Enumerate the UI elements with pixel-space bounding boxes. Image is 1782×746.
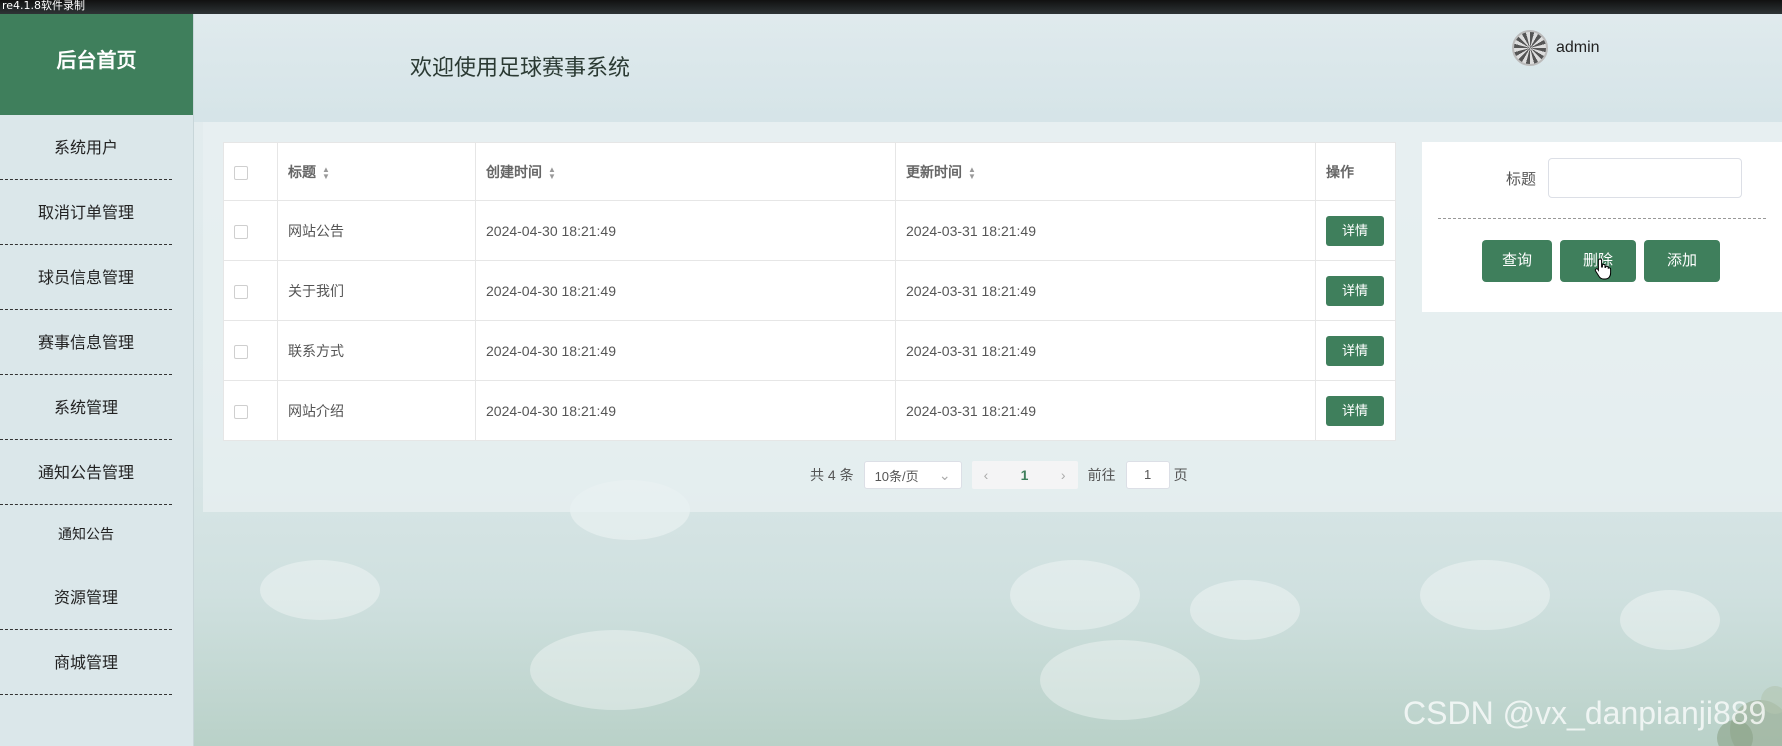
sidebar-item-notice-admin[interactable]: 通知公告管理: [0, 440, 172, 505]
row-select-cell: [223, 260, 278, 321]
sidebar-subitem-notice[interactable]: 通知公告: [0, 505, 172, 565]
cell-updated: 2024-03-31 18:21:49: [895, 320, 1316, 381]
recording-strip: re4.1.8软件录制: [0, 0, 1782, 14]
table-row: 网站公告 2024-04-30 18:21:49 2024-03-31 18:2…: [223, 200, 1396, 261]
bokeh-decoration: [1190, 580, 1300, 640]
cell-updated: 2024-03-31 18:21:49: [895, 200, 1316, 261]
watermark: CSDN @vx_danpianji889: [1403, 695, 1767, 731]
row-checkbox[interactable]: [234, 344, 248, 359]
user-menu[interactable]: admin: [1512, 30, 1600, 66]
select-all-checkbox[interactable]: [234, 165, 248, 180]
row-checkbox[interactable]: [234, 404, 248, 419]
goto-page-input[interactable]: 1: [1125, 461, 1170, 489]
table-row: 关于我们 2024-04-30 18:21:49 2024-03-31 18:2…: [223, 260, 1396, 321]
cell-actions: 详情: [1315, 320, 1396, 381]
sort-icon[interactable]: ▲ ▼: [968, 165, 976, 180]
cell-actions: 详情: [1315, 260, 1396, 321]
cell-created: 2024-04-30 18:21:49: [475, 260, 896, 321]
bokeh-decoration: [1420, 560, 1550, 630]
goto-suffix: 页: [1173, 467, 1188, 483]
cell-title: 关于我们: [277, 260, 476, 321]
search-label: 标题: [1506, 169, 1537, 188]
sidebar-item-cancel-orders[interactable]: 取消订单管理: [0, 180, 172, 245]
table-header-row: 标题 ▲ ▼ 创建时间 ▲ ▼ 更新时间 ▲ ▼ 操作: [223, 142, 1396, 201]
username[interactable]: admin: [1556, 39, 1600, 57]
chevron-right-icon[interactable]: ›: [1061, 467, 1066, 483]
divider: [1438, 218, 1766, 219]
goto-prefix: 前往: [1087, 467, 1116, 483]
bokeh-decoration: [1620, 590, 1720, 650]
avatar[interactable]: [1512, 30, 1548, 66]
select-all-cell: [223, 142, 278, 201]
table-row: 网站介绍 2024-04-30 18:21:49 2024-03-31 18:2…: [223, 380, 1396, 441]
detail-button[interactable]: 详情: [1326, 275, 1384, 306]
cell-created: 2024-04-30 18:21:49: [475, 320, 896, 381]
bokeh-decoration: [1010, 560, 1140, 630]
page-nav: ‹ 1 ›: [971, 461, 1078, 489]
column-header-updated[interactable]: 更新时间 ▲ ▼: [895, 142, 1316, 201]
search-input[interactable]: [1548, 158, 1743, 198]
row-select-cell: [223, 320, 278, 381]
sidebar-item-matches[interactable]: 赛事信息管理: [0, 310, 172, 375]
page-size-select[interactable]: 10条/页 ⌄: [863, 461, 962, 489]
search-panel: 标题 查询 删除 添加: [1422, 142, 1782, 312]
cell-title: 网站介绍: [277, 380, 476, 441]
column-header-actions: 操作: [1315, 142, 1396, 201]
hand-cursor-icon: [1594, 258, 1612, 280]
add-button[interactable]: 添加: [1644, 240, 1720, 282]
cell-updated: 2024-03-31 18:21:49: [895, 380, 1316, 441]
cell-actions: 详情: [1315, 380, 1396, 441]
row-select-cell: [223, 380, 278, 441]
query-button[interactable]: 查询: [1482, 240, 1552, 282]
pagination: 共 4 条 10条/页 ⌄ ‹ 1 › 前往 1 页: [810, 461, 1188, 489]
bokeh-decoration: [1040, 640, 1200, 720]
cell-title: 联系方式: [277, 320, 476, 381]
cell-actions: 详情: [1315, 200, 1396, 261]
row-select-cell: [223, 200, 278, 261]
cell-created: 2024-04-30 18:21:49: [475, 200, 896, 261]
sidebar-item-resources[interactable]: 资源管理: [0, 565, 172, 630]
sidebar-item-shop[interactable]: 商城管理: [0, 630, 172, 695]
detail-button[interactable]: 详情: [1326, 335, 1384, 366]
column-header-created[interactable]: 创建时间 ▲ ▼: [475, 142, 896, 201]
search-row: 标题: [1506, 158, 1743, 198]
sidebar-item-players[interactable]: 球员信息管理: [0, 245, 172, 310]
cell-created: 2024-04-30 18:21:49: [475, 380, 896, 441]
bokeh-decoration: [530, 630, 700, 710]
chevron-down-icon: ⌄: [938, 466, 951, 483]
sidebar-item-system-users[interactable]: 系统用户: [0, 115, 172, 180]
column-header-title[interactable]: 标题 ▲ ▼: [277, 142, 476, 201]
sidebar-brand[interactable]: 后台首页: [0, 14, 193, 115]
page-title: 欢迎使用足球赛事系统: [410, 56, 631, 81]
sidebar: 后台首页 系统用户 取消订单管理 球员信息管理 赛事信息管理 系统管理 通知公告…: [0, 14, 194, 746]
page-number[interactable]: 1: [1021, 467, 1029, 483]
data-table: 标题 ▲ ▼ 创建时间 ▲ ▼ 更新时间 ▲ ▼ 操作 网站公告 2024-04-30 18…: [223, 142, 1396, 441]
sort-icon[interactable]: ▲ ▼: [548, 165, 556, 180]
row-checkbox[interactable]: [234, 284, 248, 299]
sort-icon[interactable]: ▲ ▼: [322, 165, 330, 180]
sidebar-item-system-admin[interactable]: 系统管理: [0, 375, 172, 440]
cell-updated: 2024-03-31 18:21:49: [895, 260, 1316, 321]
cell-title: 网站公告: [277, 200, 476, 261]
total-count: 共 4 条: [810, 467, 854, 483]
chevron-left-icon[interactable]: ‹: [984, 467, 989, 483]
bokeh-decoration: [260, 560, 380, 620]
table-row: 联系方式 2024-04-30 18:21:49 2024-03-31 18:2…: [223, 320, 1396, 381]
page-size-value: 10条/页: [874, 468, 919, 484]
detail-button[interactable]: 详情: [1326, 215, 1384, 246]
row-checkbox[interactable]: [234, 224, 248, 239]
detail-button[interactable]: 详情: [1326, 395, 1384, 426]
